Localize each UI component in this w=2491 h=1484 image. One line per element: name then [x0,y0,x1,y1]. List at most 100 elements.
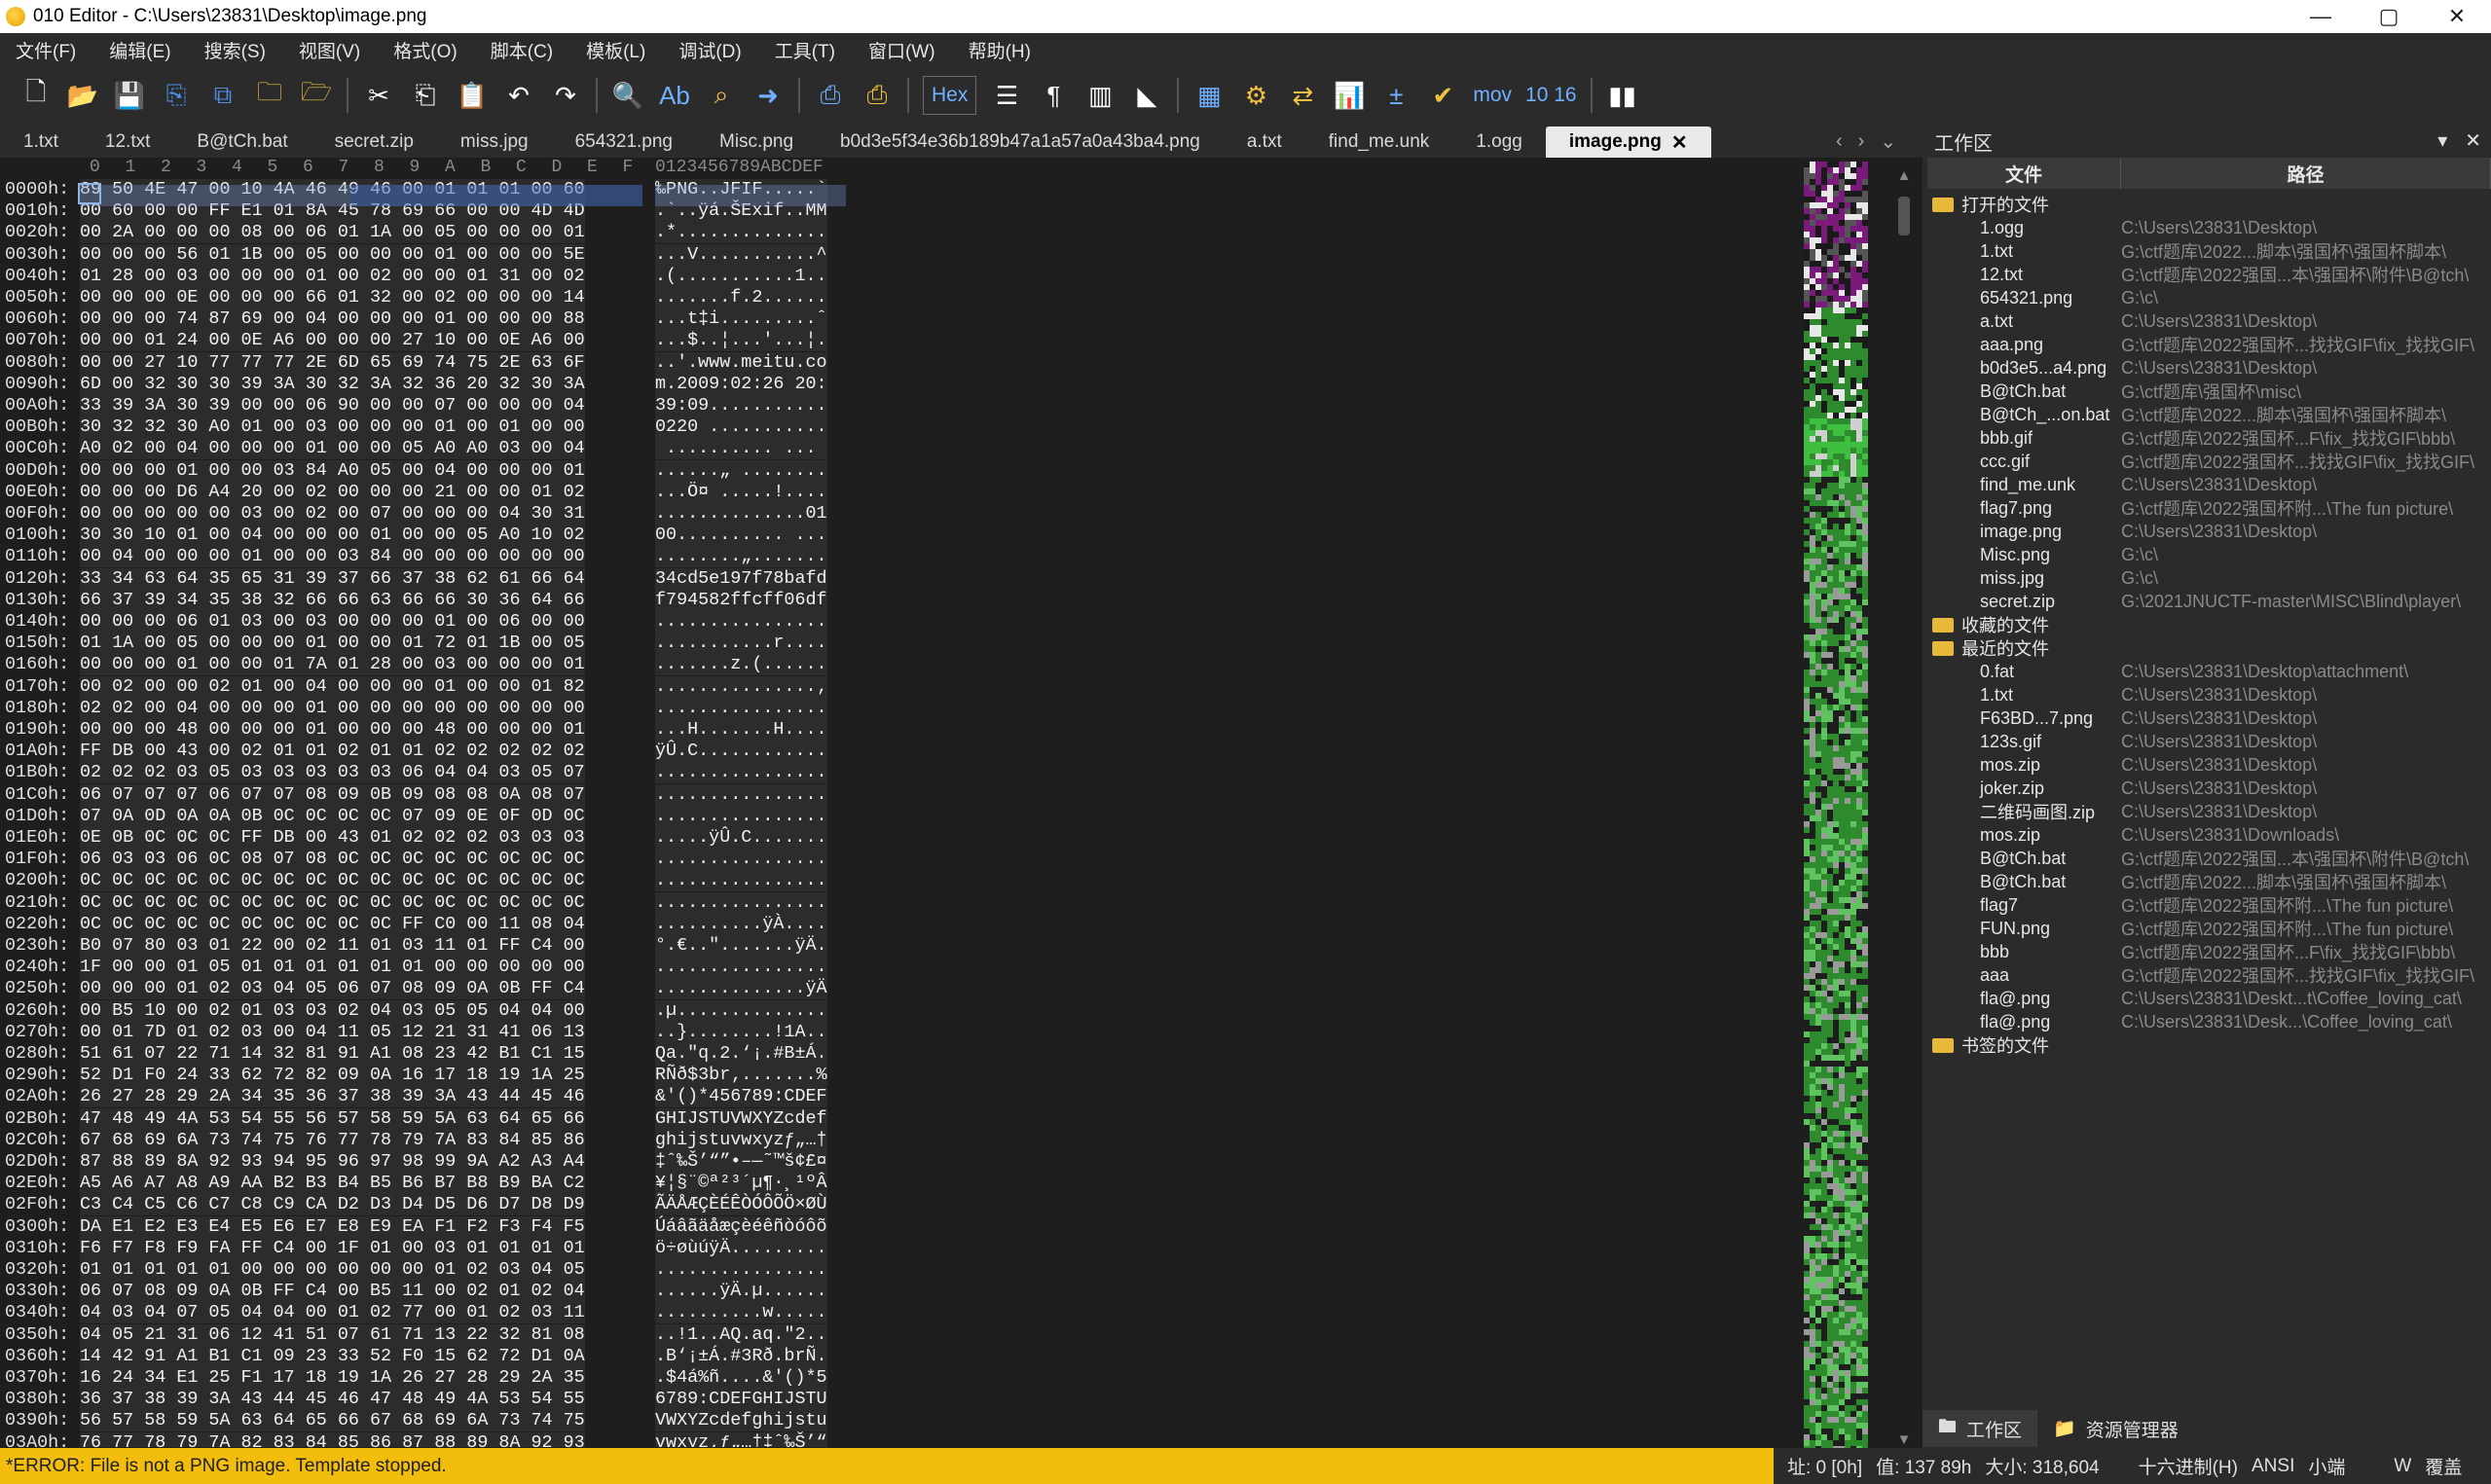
row-bytes[interactable]: 51 61 07 22 71 14 32 81 91 A1 08 23 42 B… [80,1043,585,1065]
row-bytes[interactable]: 01 01 01 01 01 00 00 00 00 00 00 01 02 0… [80,1259,585,1281]
tree-group[interactable]: 书签的文件 [1923,1033,2491,1057]
tree-group[interactable]: 最近的文件 [1923,636,2491,660]
row-chars[interactable]: .......z.(...... [655,654,827,676]
save-all-icon[interactable]: ⧉ [206,76,239,115]
hex-row[interactable]: 0370h: 16 24 34 E1 25 F1 17 18 19 1A 26 2… [0,1367,1801,1389]
tab-1-ogg[interactable]: 1.ogg [1452,127,1546,158]
find-in-files-icon[interactable]: ⌕ [705,76,738,115]
inspector-icon[interactable]: ⚙ [1239,76,1272,115]
row-chars[interactable]: ................ [655,1259,827,1281]
tab-secret-zip[interactable]: secret.zip [311,127,437,158]
row-bytes[interactable]: 00 00 00 01 02 03 04 05 06 07 08 09 0A 0… [80,978,585,1000]
row-chars[interactable]: ...Ö¤ .....!.... [655,481,827,503]
row-chars[interactable]: RÑð$3br‚.......% [655,1065,827,1087]
tree-file-item[interactable]: a.txt C:\Users\23831\Desktop\ [1923,309,2491,333]
row-chars[interactable]: .......f.2...... [655,287,827,308]
hex-row[interactable]: 0180h: 02 02 00 04 00 00 00 01 00 00 00 0… [0,697,1801,719]
row-chars[interactable]: .µ.............. [655,999,827,1022]
hex-row[interactable]: 01F0h: 06 03 03 06 0C 08 07 08 0C 0C 0C 0… [0,849,1801,871]
row-bytes[interactable]: 06 07 07 07 06 07 07 08 09 0B 09 08 08 0… [80,783,585,806]
open-file-icon[interactable]: 📂 [66,76,99,115]
row-bytes[interactable]: 00 2A 00 00 00 08 00 06 01 1A 00 05 00 0… [80,222,585,244]
hex-row[interactable]: 01A0h: FF DB 00 43 00 02 01 01 02 01 01 0… [0,741,1801,763]
row-bytes[interactable]: F6 F7 F8 F9 FA FF C4 00 1F 01 00 03 01 0… [80,1237,585,1259]
menu-script[interactable]: 脚本(C) [491,37,553,63]
row-chars[interactable]: Qa."q.2.‘¡.#B±Á. [655,1043,827,1065]
row-chars[interactable]: ...........r.... [655,633,827,655]
hex-row[interactable]: 0090h: 6D 00 32 30 30 39 3A 30 32 3A 32 3… [0,373,1801,395]
hex-row[interactable]: 01B0h: 02 02 02 03 05 03 03 03 03 03 06 0… [0,762,1801,784]
hex-row[interactable]: 0120h: 33 34 63 64 35 65 31 39 37 66 37 3… [0,567,1801,590]
row-chars[interactable]: Úáâãäåæçèéêñòóôõ [655,1215,827,1238]
row-chars[interactable]: ..........ÿÀ.... [655,913,827,935]
tree-file-item[interactable]: fla@.png C:\Users\23831\Desk...\Coffee_lo… [1923,1010,2491,1033]
hex-row[interactable]: 0150h: 01 1A 00 05 00 00 00 01 00 00 01 7… [0,633,1801,655]
tab-1-txt[interactable]: 1.txt [0,127,82,158]
hex-row[interactable]: 00F0h: 00 00 00 00 00 03 00 02 00 07 00 0… [0,503,1801,525]
tree-file-item[interactable]: F63BD...7.png C:\Users\23831\Desktop\ [1923,706,2491,730]
hex-row[interactable]: 03A0h: 76 77 78 79 7A 82 83 84 85 86 87 8… [0,1431,1801,1447]
tree-file-item[interactable]: Misc.png G:\c\ [1923,543,2491,566]
hex-row[interactable]: 0030h: 00 00 00 56 01 1B 00 05 00 00 00 0… [0,243,1801,266]
workspace-folder-icon[interactable]: 🗁 [300,76,333,115]
row-chars[interactable]: .......... ... [655,438,827,460]
row-chars[interactable]: ................ [655,697,827,719]
row-bytes[interactable]: 00 B5 10 00 02 01 03 03 02 04 03 05 05 0… [80,999,585,1022]
tree-file-item[interactable]: fla@.png C:\Users\23831\Deskt...t\Coffee_… [1923,987,2491,1010]
hex-row[interactable]: 0040h: 01 28 00 03 00 00 00 01 00 02 00 0… [0,265,1801,287]
paste-icon[interactable]: 📋 [456,76,489,115]
tab-654321-png[interactable]: 654321.png [552,127,696,158]
row-bytes[interactable]: 00 01 7D 01 02 03 00 04 11 05 12 21 31 4… [80,1021,585,1043]
row-bytes[interactable]: B0 07 80 03 01 22 00 02 11 01 03 11 01 F… [80,935,585,957]
find-icon[interactable]: 🔍 [611,76,644,115]
menu-view[interactable]: 视图(V) [299,37,360,63]
row-bytes[interactable]: 04 03 04 07 05 04 04 00 01 02 77 00 01 0… [80,1302,585,1324]
row-bytes[interactable]: 02 02 02 03 05 03 03 03 03 03 06 04 04 0… [80,762,585,784]
tab-explorer[interactable]: 📁 资源管理器 [2037,1410,2194,1447]
row-chars[interactable]: 39:09........... [655,395,827,416]
tree-file-item[interactable]: 0.fat C:\Users\23831\Desktop\attachment\ [1923,660,2491,683]
close-window-button[interactable]: ✕ [2423,0,2491,33]
hex-row[interactable]: 02E0h: A5 A6 A7 A8 A9 AA B2 B3 B4 B5 B6 B… [0,1173,1801,1195]
hex-row[interactable]: 0380h: 36 37 38 39 3A 43 44 45 46 47 48 4… [0,1389,1801,1411]
tab-next-icon[interactable]: › [1858,130,1865,153]
menu-file[interactable]: 文件(F) [16,37,76,63]
hex-row[interactable]: 0020h: 00 2A 00 00 00 08 00 06 01 1A 00 0… [0,222,1801,244]
tree-file-item[interactable]: flag7.png G:\ctf题库\2022强国杯附...\The fun pi… [1923,496,2491,520]
tree-file-item[interactable]: b0d3e5...a4.png C:\Users\23831\Desktop\ [1923,356,2491,380]
col-file[interactable]: 文件 [1927,158,2121,189]
hex-row[interactable]: 0210h: 0C 0C 0C 0C 0C 0C 0C 0C 0C 0C 0C 0… [0,891,1801,914]
hex-row[interactable]: 0250h: 00 00 00 01 02 03 04 05 06 07 08 0… [0,978,1801,1000]
pause-icon[interactable]: ▮▮ [1606,76,1639,115]
hex-row[interactable]: 0280h: 51 61 07 22 71 14 32 81 91 A1 08 2… [0,1043,1801,1065]
row-bytes[interactable]: 30 32 32 30 A0 01 00 03 00 00 00 01 00 0… [80,416,585,439]
row-chars[interactable]: ...t‡i.........ˆ [655,308,827,331]
row-bytes[interactable]: 06 07 08 09 0A 0B FF C4 00 B5 11 00 02 0… [80,1281,585,1303]
menu-template[interactable]: 模板(L) [586,37,645,63]
cut-icon[interactable]: ✂ [362,76,395,115]
row-chars[interactable]: &'()*456789:CDEF [655,1086,827,1108]
row-bytes[interactable]: 0C 0C 0C 0C 0C 0C 0C 0C 0C 0C 0C 0C 0C 0… [80,870,585,892]
row-chars[interactable]: ................ [655,762,827,784]
panel-close-icon[interactable]: ✕ [2465,128,2481,153]
histogram-icon[interactable]: 📊 [1333,76,1366,115]
row-chars[interactable]: GHIJSTUVWXYZcdef [655,1107,827,1130]
compare-icon[interactable]: ⇄ [1286,76,1319,115]
save-as-icon[interactable]: ⎘ [160,76,193,115]
hex-row[interactable]: 02A0h: 26 27 28 29 2A 34 35 36 37 38 39 3… [0,1086,1801,1108]
row-chars[interactable]: 6789:CDEFGHIJSTU [655,1389,827,1411]
tree-file-item[interactable]: FUN.png G:\ctf题库\2022强国杯附...\The fun pict… [1923,917,2491,940]
hex-row[interactable]: 0310h: F6 F7 F8 F9 FA FF C4 00 1F 01 00 0… [0,1237,1801,1259]
row-bytes[interactable]: 00 00 00 0E 00 00 00 66 01 32 00 02 00 0… [80,287,585,308]
hex-row[interactable]: 0060h: 00 00 00 74 87 69 00 04 00 00 00 0… [0,308,1801,331]
status-mode[interactable]: 十六进制(H) [2139,1453,2238,1479]
row-bytes[interactable]: 00 02 00 00 02 01 00 04 00 00 00 01 00 0… [80,675,585,698]
tree-file-item[interactable]: 1.txt G:\ctf题库\2022...脚本\强国杯\强国杯脚本\ [1923,239,2491,263]
redo-icon[interactable]: ↷ [549,76,582,115]
row-chars[interactable]: ÃÄÅÆÇÈÉÊÒÓÔÕÖ×ØÙ [655,1194,827,1216]
row-chars[interactable]: ...V...........^ [655,243,827,266]
row-bytes[interactable]: 00 00 00 01 00 00 03 84 A0 05 00 04 00 0… [80,459,585,482]
hex-row[interactable]: 00D0h: 00 00 00 01 00 00 03 84 A0 05 00 0… [0,459,1801,482]
row-chars[interactable]: ..............ÿÄ [655,978,827,1000]
row-chars[interactable]: ..'.www.meitu.co [655,351,827,374]
